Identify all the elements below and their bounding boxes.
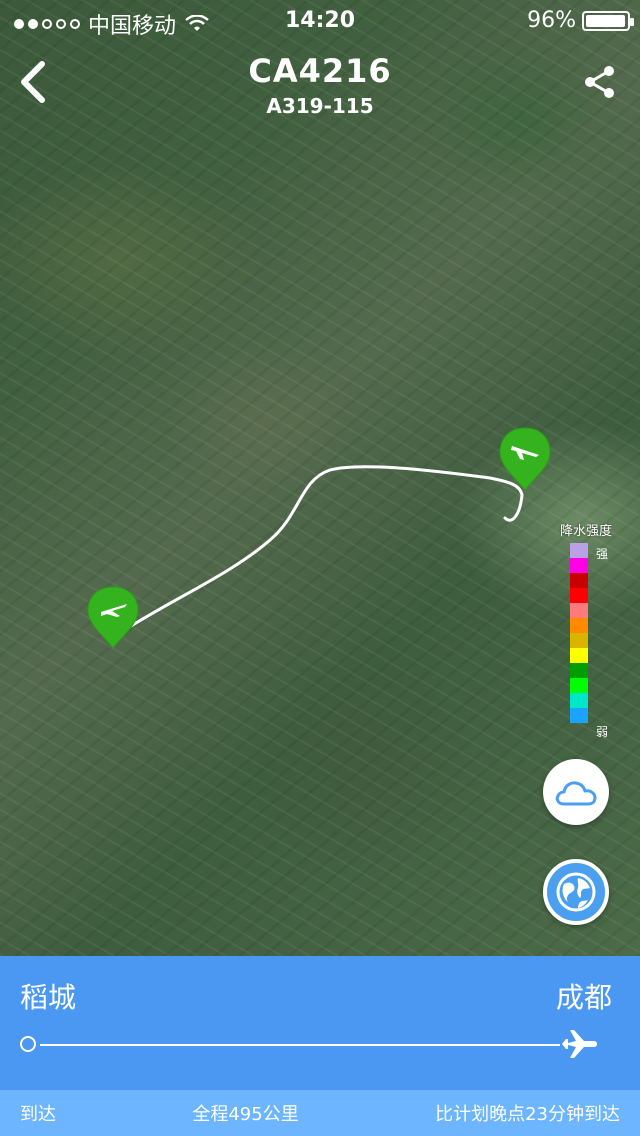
- route-panel: 稻城 成都 到达 全程495公里 比计划晚点23分钟到达: [0, 956, 640, 1136]
- precipitation-legend: 降水强度 强 弱: [560, 520, 634, 739]
- legend-swatch: [570, 573, 588, 588]
- delay-info: 比计划晚点23分钟到达: [435, 1104, 620, 1125]
- battery-area: 96%: [527, 8, 634, 33]
- legend-strong-label: 强: [596, 547, 609, 561]
- arrival-status: 到达: [20, 1104, 56, 1125]
- globe-button[interactable]: [543, 859, 609, 925]
- legend-swatch: [570, 588, 588, 603]
- satellite-map[interactable]: [0, 0, 640, 956]
- origin-city: 稻城: [20, 981, 77, 1014]
- legend-swatch: [570, 648, 588, 663]
- legend-swatch: [570, 603, 588, 618]
- share-icon[interactable]: [580, 62, 620, 102]
- flight-status-bar: 到达 全程495公里 比计划晚点23分钟到达: [0, 1090, 640, 1136]
- legend-swatch: [570, 693, 588, 708]
- legend-swatch: [570, 663, 588, 678]
- flight-path: [113, 465, 524, 638]
- weather-button[interactable]: [543, 759, 609, 825]
- destination-city: 成都: [555, 981, 612, 1014]
- legend-swatch: [570, 708, 588, 723]
- aircraft-type: A319-115: [266, 94, 374, 118]
- flight-route-overlay: [87, 427, 551, 649]
- status-bar: 中国移动 14:20 96%: [0, 0, 640, 40]
- battery-icon: [582, 10, 634, 31]
- cloud-icon: [555, 781, 597, 806]
- legend-swatch: [570, 633, 588, 648]
- airplane-icon: [562, 1030, 597, 1058]
- nav-header: CA4216 A319-115: [0, 40, 640, 126]
- flight-number: CA4216: [248, 52, 392, 90]
- globe-icon: [556, 872, 596, 912]
- total-distance: 全程495公里: [192, 1104, 299, 1125]
- legend-title: 降水强度: [560, 524, 613, 539]
- route-progress-line: [40, 1044, 560, 1046]
- progress-start-marker: [20, 1036, 36, 1052]
- origin-pin[interactable]: [87, 586, 139, 649]
- legend-swatch: [570, 678, 588, 693]
- legend-weak-label: 弱: [596, 725, 609, 739]
- legend-scale: 强 弱: [560, 543, 634, 739]
- legend-swatch: [570, 543, 588, 558]
- battery-percent: 96%: [527, 8, 576, 33]
- legend-swatch: [570, 558, 588, 573]
- legend-swatch: [570, 618, 588, 633]
